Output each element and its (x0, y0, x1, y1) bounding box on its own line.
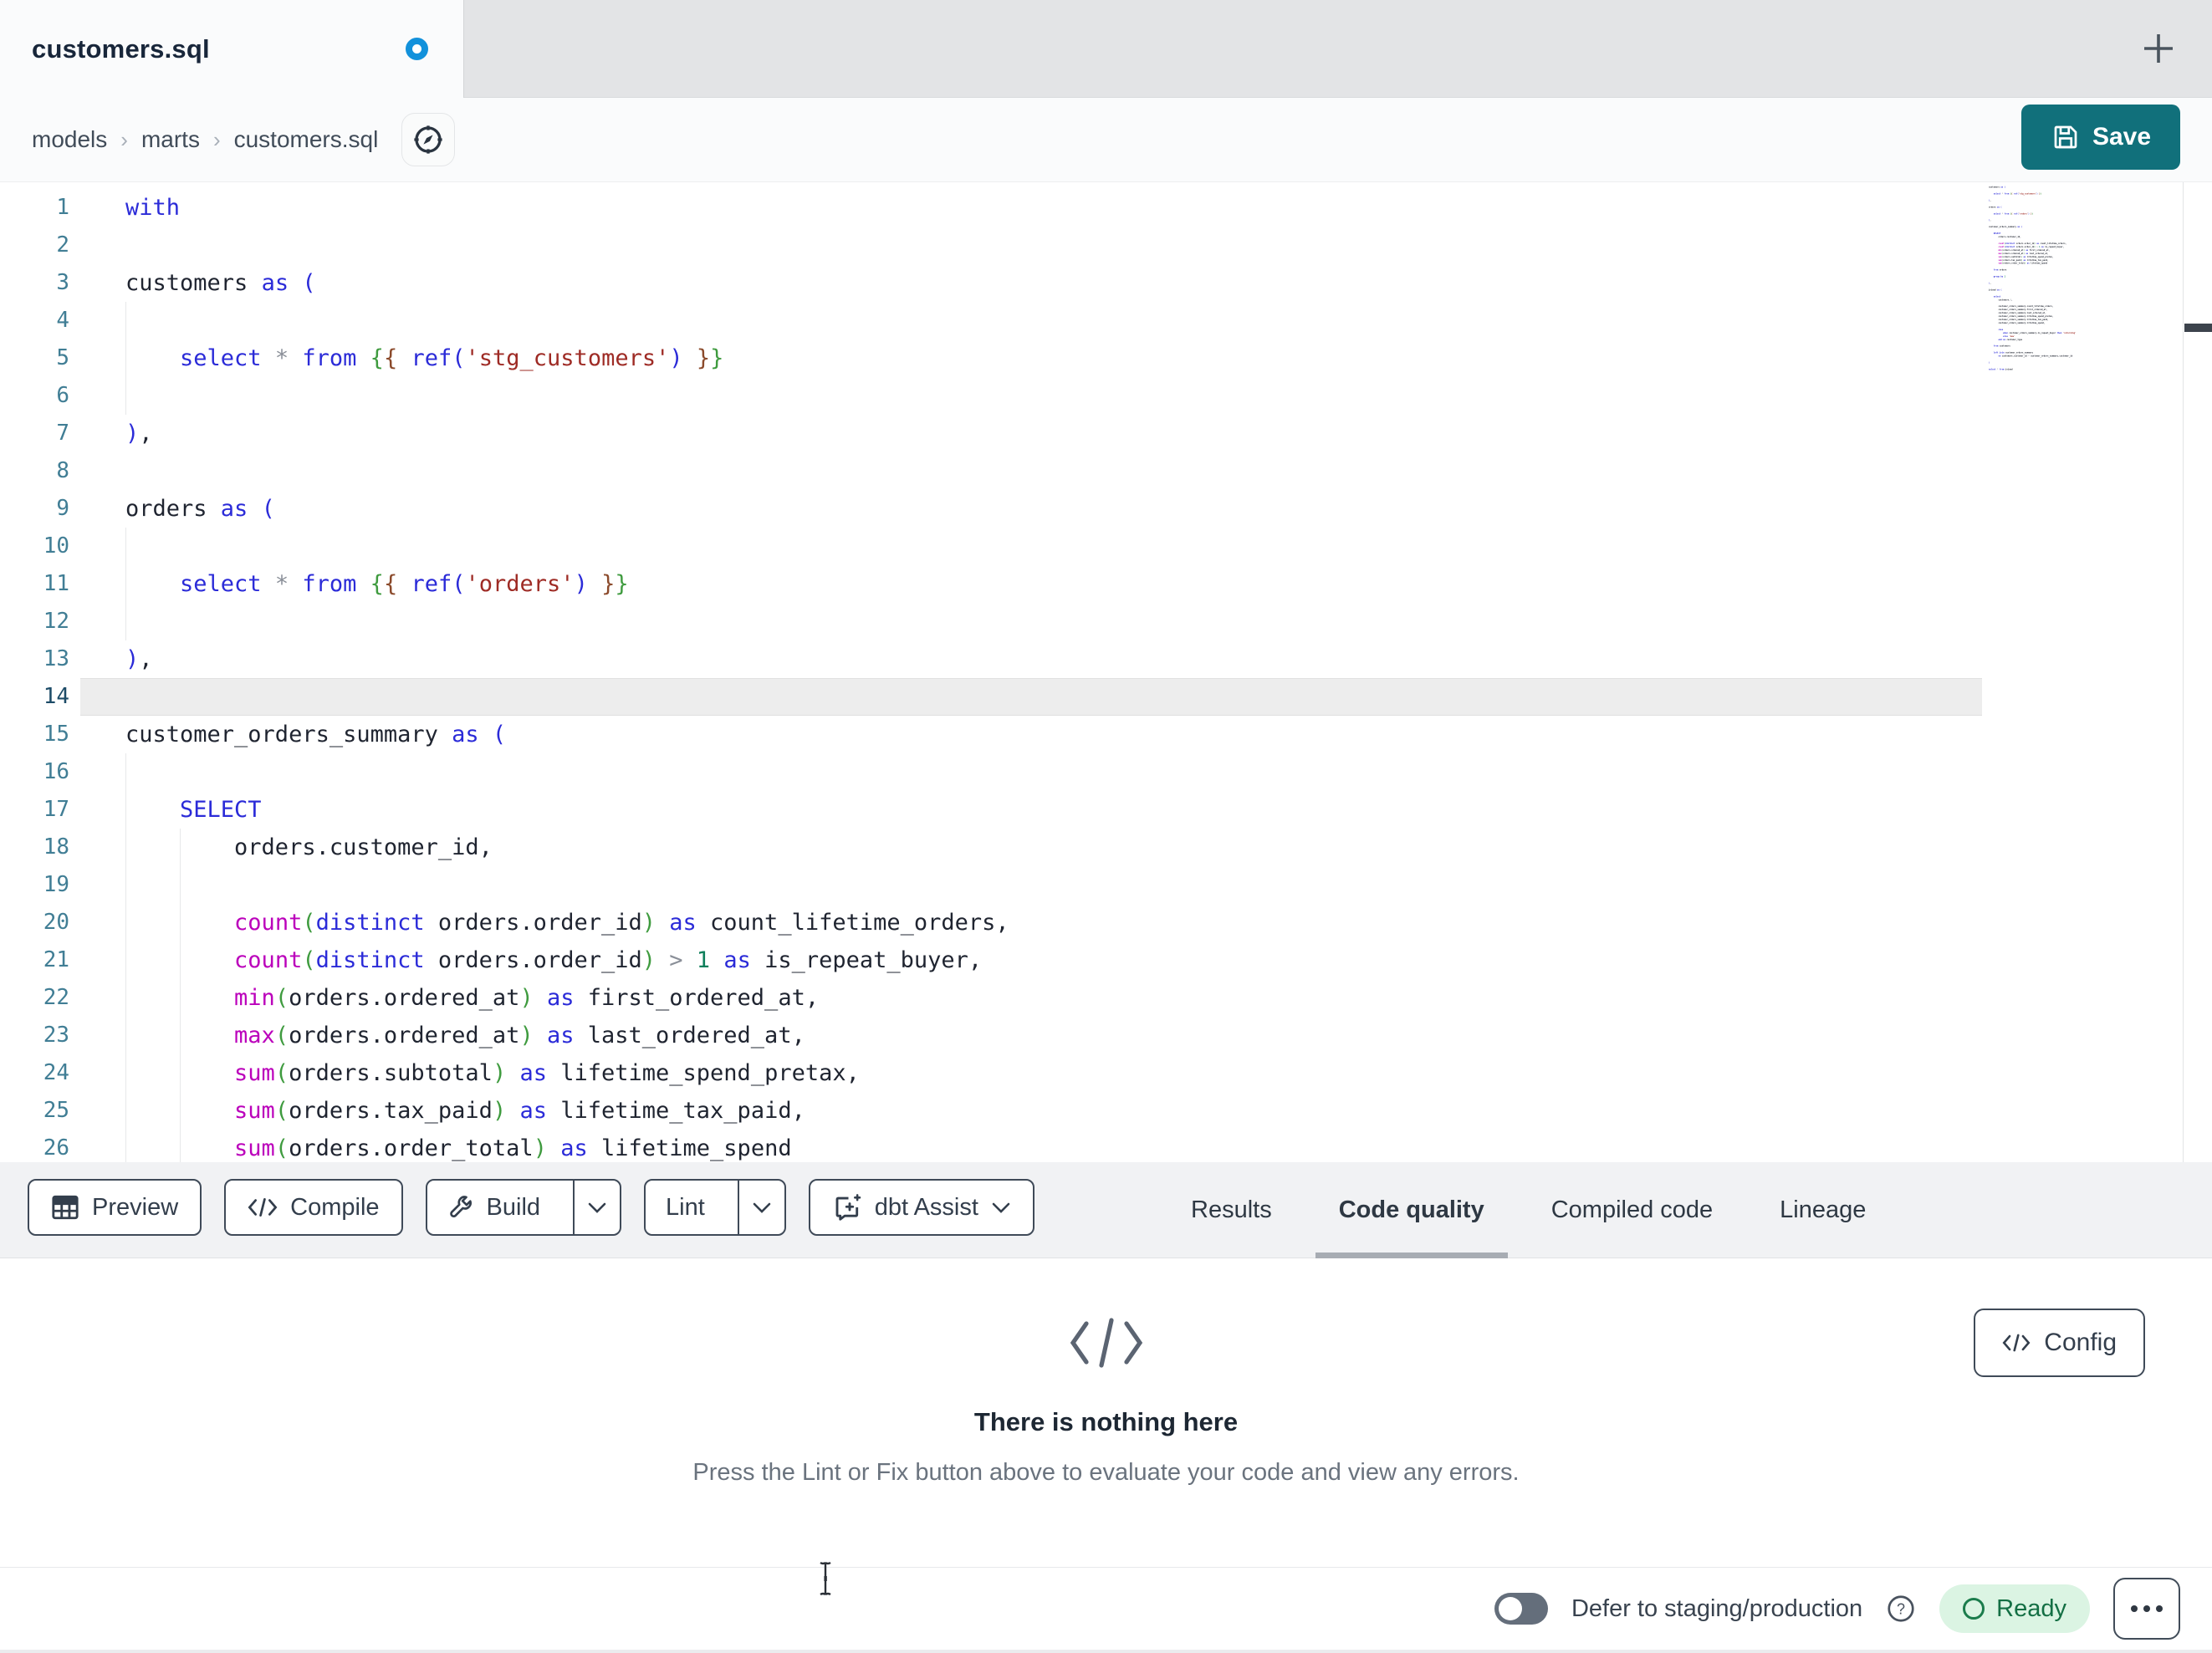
defer-toggle[interactable] (1494, 1593, 1548, 1625)
unsaved-indicator-dot (406, 38, 428, 60)
chat-sparkle-icon (835, 1194, 861, 1221)
build-label: Build (486, 1193, 541, 1221)
tab-customers-sql[interactable]: customers.sql (0, 0, 464, 98)
lint-dropdown-button[interactable] (737, 1181, 784, 1234)
dbt-assist-button[interactable]: dbt Assist (808, 1179, 1034, 1236)
tab-code-quality[interactable]: Code quality (1315, 1162, 1508, 1258)
compile-label: Compile (290, 1193, 380, 1221)
save-label: Save (2092, 123, 2152, 151)
save-floppy-icon (2054, 125, 2077, 149)
overflow-menu-button[interactable] (2113, 1578, 2180, 1640)
bottom-strip (0, 1650, 2212, 1653)
code-lines[interactable]: with customers as ( select * from {{ ref(… (125, 189, 1009, 1162)
breadcrumb-customers-sql: customers.sql (233, 126, 379, 152)
tab-compiled-code[interactable]: Compiled code (1528, 1162, 1736, 1258)
tab-title: customers.sql (32, 33, 210, 64)
code-editor[interactable]: 1 2 3 4 5 6 7 8 9 10 11 12 13 14 15 16 17 18 19 20 21 22 23 24 2… (0, 182, 2212, 1162)
chevron-down-icon (588, 1202, 606, 1213)
breadcrumb-bar: models › marts › customers.sql Save (0, 98, 2212, 182)
status-bar: Defer to staging/production ? Ready (0, 1567, 2212, 1650)
tab-lineage[interactable]: Lineage (1756, 1162, 1889, 1258)
build-button[interactable]: Build (427, 1181, 561, 1234)
gutter: 1 2 3 4 5 6 7 8 9 10 11 12 13 14 15 16 17 18 19 20 21 22 23 24 2… (43, 195, 69, 1161)
editor-scrollbar-thumb[interactable] (2184, 324, 2212, 332)
lint-label: Lint (666, 1193, 705, 1221)
file-navigate-button[interactable] (401, 113, 456, 166)
minimap[interactable]: withcustomers as ( select * from {{ ref(… (1989, 182, 2181, 513)
breadcrumb: models › marts › customers.sql (32, 98, 456, 181)
chevron-down-icon (992, 1202, 1010, 1213)
empty-state-title: There is nothing here (973, 1407, 1239, 1436)
minimap-content: withcustomers as ( select * from {{ ref(… (1989, 186, 2077, 371)
breadcrumb-marts[interactable]: marts (141, 126, 200, 153)
text-cursor-pointer (820, 1561, 831, 1596)
preview-label: Preview (92, 1193, 179, 1221)
minimap-divider (2183, 182, 2184, 1162)
svg-text:?: ? (1897, 1600, 1905, 1617)
compass-icon (414, 125, 442, 154)
code-empty-icon (1070, 1318, 1142, 1368)
plus-icon (2144, 34, 2173, 63)
defer-label: Defer to staging/production (1571, 1594, 1863, 1622)
status-badge[interactable]: Ready (1939, 1584, 2090, 1633)
compile-button[interactable]: Compile (224, 1179, 403, 1236)
tab-bar: customers.sql (0, 0, 2212, 98)
lint-split-button: Lint (644, 1179, 786, 1236)
build-split-button: Build (425, 1179, 622, 1236)
new-tab-button[interactable] (2140, 30, 2177, 67)
build-dropdown-button[interactable] (573, 1181, 620, 1234)
toggle-knob (1498, 1597, 1522, 1620)
empty-state: There is nothing here Press the Lint or … (0, 1317, 2212, 1487)
code-quality-panel: Config There is nothing here Press the L… (0, 1258, 2212, 1567)
help-icon[interactable]: ? (1886, 1594, 1916, 1624)
breadcrumb-models[interactable]: models (32, 126, 107, 153)
breadcrumb-separator: › (212, 126, 221, 152)
wrench-icon (449, 1196, 472, 1217)
toolbar-buttons: Preview Compile Build Lint dbt Assist (28, 1179, 1034, 1236)
code-icon (248, 1198, 278, 1217)
result-tabs: Results Code quality Compiled code Linea… (1167, 1162, 1889, 1258)
editor-toolbar: Preview Compile Build Lint dbt Assist Re… (0, 1162, 2212, 1258)
empty-state-description: Press the Lint or Fix button above to ev… (692, 1459, 1520, 1486)
ready-circle-icon (1963, 1598, 1985, 1620)
table-icon (52, 1195, 79, 1220)
lint-button[interactable]: Lint (646, 1181, 725, 1234)
preview-button[interactable]: Preview (28, 1179, 202, 1236)
chevron-down-icon (753, 1202, 771, 1213)
status-bar-right: Defer to staging/production ? Ready (1494, 1568, 2180, 1650)
ready-label: Ready (1996, 1594, 2066, 1622)
dbt-assist-label: dbt Assist (874, 1193, 978, 1221)
save-button[interactable]: Save (2021, 105, 2180, 170)
tab-results[interactable]: Results (1167, 1162, 1295, 1258)
ellipsis-icon (2131, 1605, 2138, 1612)
breadcrumb-separator: › (120, 126, 128, 152)
